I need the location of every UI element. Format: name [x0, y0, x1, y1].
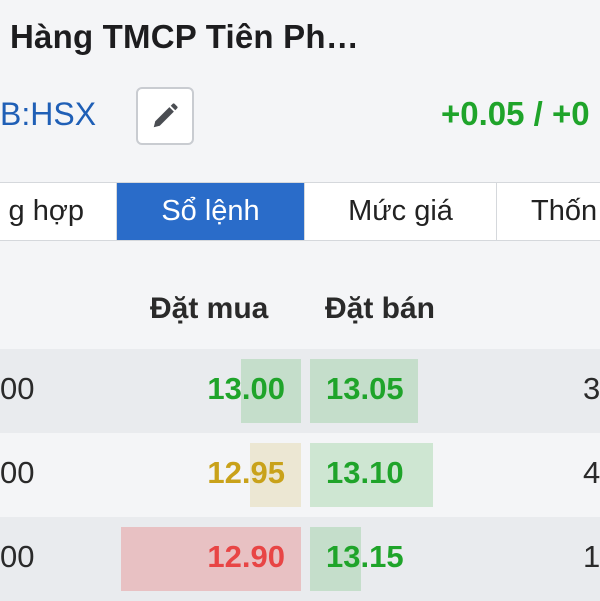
ask-price[interactable]: 13.10 [326, 455, 404, 491]
pencil-icon [153, 103, 178, 128]
left-volume: 00 [0, 539, 35, 574]
ask-price[interactable]: 13.05 [326, 371, 404, 407]
ask-column-header: Đặt bán [325, 292, 436, 325]
bid-price[interactable]: 13.00 [207, 371, 285, 407]
price-change: +0.05 / +0 [441, 95, 590, 132]
tab-label: Mức giá [348, 195, 453, 227]
ticker-symbol[interactable]: B:HSX [0, 96, 96, 133]
tab-label: g hợp [8, 195, 84, 227]
orderbook-row: 00 12.95 13.10 4 [0, 433, 600, 517]
tab-label: Thốn [531, 195, 598, 227]
orderbook-column-headers: Đặt mua Đặt bán [0, 241, 600, 349]
tab-statistics[interactable]: Thốn [497, 183, 600, 240]
ask-price[interactable]: 13.15 [326, 539, 404, 575]
right-volume: 4 [583, 455, 600, 490]
edit-button[interactable] [136, 87, 194, 145]
orderbook-row: 00 13.00 13.05 3 [0, 349, 600, 433]
tab-summary[interactable]: g hợp [0, 183, 117, 240]
stock-header: Hàng TMCP Tiên Ph… B:HSX +0.05 / +0 [0, 0, 600, 182]
bid-price[interactable]: 12.90 [207, 539, 285, 575]
right-volume: 1 [583, 539, 600, 574]
right-volume: 3 [583, 371, 600, 406]
left-volume: 00 [0, 371, 35, 406]
bid-price[interactable]: 12.95 [207, 455, 285, 491]
tab-price-levels[interactable]: Mức giá [305, 183, 497, 240]
tab-order-book[interactable]: Sổ lệnh [117, 183, 305, 240]
orderbook-row: 00 12.90 13.15 1 [0, 517, 600, 601]
left-volume: 00 [0, 455, 35, 490]
company-name: Hàng TMCP Tiên Ph… [10, 18, 359, 55]
tab-bar: g hợp Sổ lệnh Mức giá Thốn [0, 182, 600, 241]
bid-column-header: Đặt mua [150, 292, 269, 325]
tab-label: Sổ lệnh [161, 195, 260, 227]
